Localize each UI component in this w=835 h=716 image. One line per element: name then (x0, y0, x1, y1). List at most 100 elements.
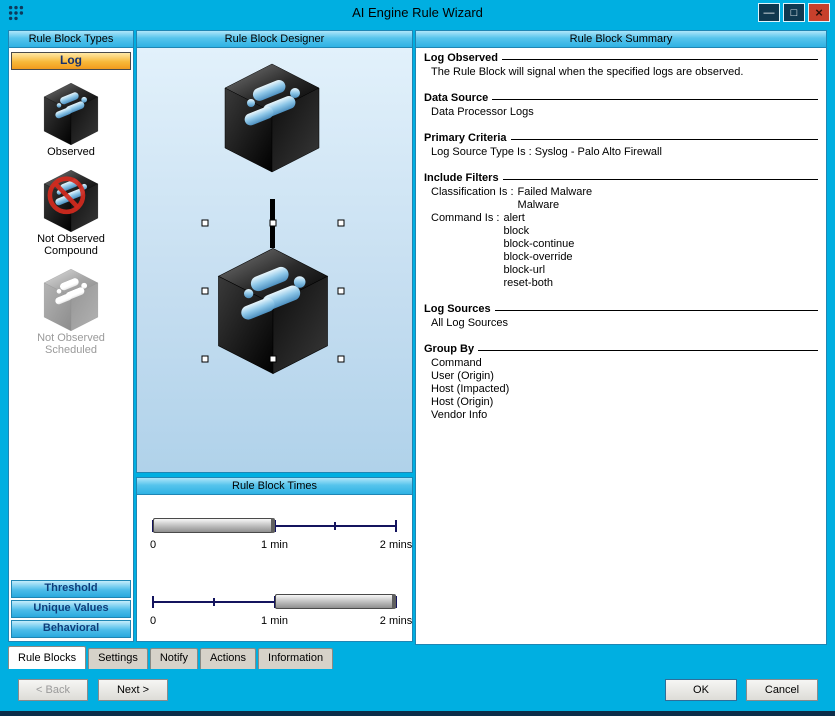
summary-section-include-filters: Include Filters Classification Is : Fail… (424, 172, 818, 290)
group-by-value: Vendor Info (424, 409, 818, 422)
not-observed-compound-icon (42, 169, 100, 233)
filter-label: Command Is : (431, 212, 499, 290)
rule-type-not-observed-compound[interactable]: Not Observed Compound (9, 169, 133, 257)
rule-type-label: Not Observed (9, 332, 133, 344)
summary-section-log-observed: Log Observed The Rule Block will signal … (424, 52, 818, 79)
next-button[interactable]: Next > (98, 679, 168, 701)
unique-values-button[interactable]: Unique Values (11, 600, 131, 618)
selection-handle[interactable] (270, 356, 277, 363)
section-divider (502, 59, 818, 60)
section-title: Data Source (424, 92, 488, 104)
rule-type-label: Not Observed (9, 233, 133, 245)
filter-value: block (503, 225, 574, 238)
log-type-button[interactable]: Log (11, 52, 131, 70)
filter-value: block-override (503, 251, 574, 264)
slider-range-bar[interactable] (275, 594, 397, 609)
rule-block-designer-header: Rule Block Designer (137, 31, 412, 48)
slider-range-bar[interactable] (153, 518, 275, 533)
summary-section-log-sources: Log Sources All Log Sources (424, 303, 818, 330)
ok-button[interactable]: OK (665, 679, 737, 701)
time-slider-2: 0 1 min 2 mins (153, 587, 396, 631)
tick-label: 2 mins (380, 615, 412, 627)
filter-value: alert (503, 212, 574, 225)
tick-mark (152, 596, 154, 608)
tab-rule-blocks[interactable]: Rule Blocks (8, 646, 86, 669)
summary-section-data-source: Data Source Data Processor Logs (424, 92, 818, 119)
cancel-button[interactable]: Cancel (746, 679, 818, 701)
filter-value: Failed Malware (518, 186, 593, 199)
selection-handle[interactable] (270, 220, 277, 227)
tab-actions[interactable]: Actions (200, 648, 256, 669)
filter-value: block-continue (503, 238, 574, 251)
section-title: Log Observed (424, 52, 498, 64)
filter-label: Classification Is : (431, 186, 514, 212)
section-divider (492, 99, 818, 100)
section-title: Group By (424, 343, 474, 355)
group-by-value: Host (Origin) (424, 396, 818, 409)
tab-settings[interactable]: Settings (88, 648, 148, 669)
minimize-button[interactable]: — (758, 3, 780, 22)
rule-block-types-panel: Rule Block Types Log Observed Not Observ… (8, 30, 134, 642)
observed-cube-icon (42, 82, 100, 146)
rule-type-label: Compound (9, 245, 133, 257)
filter-value: Malware (518, 199, 593, 212)
group-by-value: Command (424, 357, 818, 370)
tick-label: 0 (150, 615, 156, 627)
threshold-button[interactable]: Threshold (11, 580, 131, 598)
window-bottom-edge (0, 711, 835, 716)
selection-handle[interactable] (338, 356, 345, 363)
section-divider (495, 310, 818, 311)
section-text: All Log Sources (424, 317, 818, 330)
selection-handle[interactable] (338, 288, 345, 295)
section-text: The Rule Block will signal when the spec… (424, 66, 818, 79)
selection-handle[interactable] (202, 220, 209, 227)
section-divider (478, 350, 818, 351)
tick-mark (213, 598, 215, 606)
maximize-button[interactable]: □ (783, 3, 805, 22)
back-button[interactable]: < Back (18, 679, 88, 701)
rule-block-types-header: Rule Block Types (9, 31, 133, 48)
tick-label: 0 (150, 539, 156, 551)
time-slider-1: 0 1 min 2 mins (153, 511, 396, 555)
tab-information[interactable]: Information (258, 648, 333, 669)
rule-type-observed[interactable]: Observed (9, 82, 133, 158)
group-by-value: User (Origin) (424, 370, 818, 383)
tick-label: 2 mins (380, 539, 412, 551)
tab-bar: Rule Blocks Settings Notify Actions Info… (8, 646, 335, 669)
filter-value: block-url (503, 264, 574, 277)
section-title: Primary Criteria (424, 132, 507, 144)
selection-handle[interactable] (338, 220, 345, 227)
tick-label: 1 min (261, 615, 288, 627)
rule-block-designer-panel: Rule Block Designer (136, 30, 413, 473)
rule-block-summary-panel: Rule Block Summary Log Observed The Rule… (415, 30, 827, 645)
selection-handle[interactable] (202, 356, 209, 363)
ai-engine-rule-wizard-window: AI Engine Rule Wizard — □ × Rule Block T… (0, 0, 835, 716)
titlebar: AI Engine Rule Wizard — □ × (0, 0, 835, 26)
close-button[interactable]: × (808, 3, 830, 22)
tick-label: 1 min (261, 539, 288, 551)
rule-type-label: Scheduled (9, 344, 133, 356)
group-by-value: Host (Impacted) (424, 383, 818, 396)
selection-handle[interactable] (202, 288, 209, 295)
rule-block-times-header: Rule Block Times (137, 478, 412, 495)
behavioral-button[interactable]: Behavioral (11, 620, 131, 638)
rule-type-not-observed-scheduled[interactable]: Not Observed Scheduled (9, 268, 133, 356)
rule-block-cube-top[interactable] (222, 62, 322, 174)
section-divider (511, 139, 818, 140)
section-divider (503, 179, 818, 180)
rule-block-times-panel: Rule Block Times 0 1 min 2 mins 0 1 min … (136, 477, 413, 642)
selection-box (205, 223, 341, 359)
not-observed-scheduled-icon (42, 268, 100, 332)
section-title: Log Sources (424, 303, 491, 315)
summary-section-primary-criteria: Primary Criteria Log Source Type Is : Sy… (424, 132, 818, 159)
tab-notify[interactable]: Notify (150, 648, 198, 669)
section-text: Data Processor Logs (424, 106, 818, 119)
section-text: Log Source Type Is : Syslog - Palo Alto … (424, 146, 818, 159)
filter-value: reset-both (503, 277, 574, 290)
designer-canvas[interactable] (137, 48, 412, 472)
summary-section-group-by: Group By Command User (Origin) Host (Imp… (424, 343, 818, 422)
rule-type-label: Observed (9, 146, 133, 158)
section-title: Include Filters (424, 172, 499, 184)
tick-mark (334, 522, 336, 530)
rule-block-summary-header: Rule Block Summary (416, 31, 826, 48)
